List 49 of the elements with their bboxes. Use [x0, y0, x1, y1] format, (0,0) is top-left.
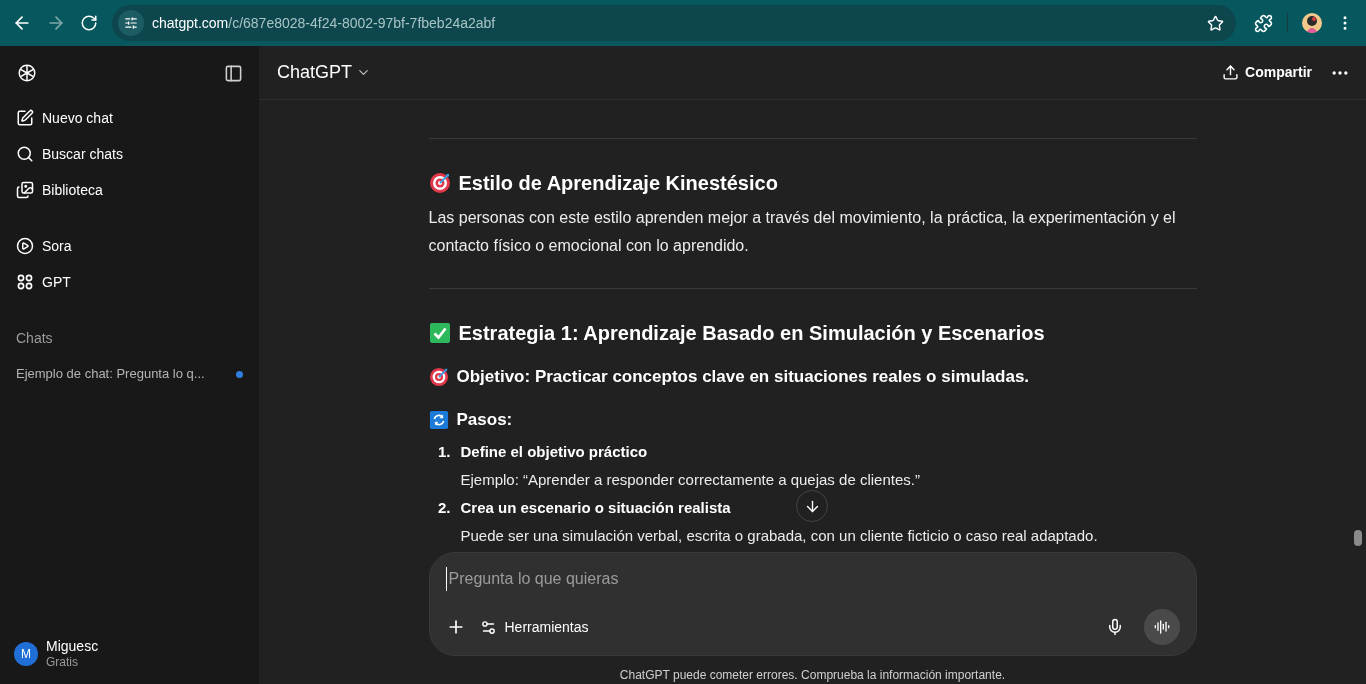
subheading: Objetivo: Practicar conceptos clave en situaciones reales o simuladas. [456, 366, 1030, 389]
compose-icon [16, 109, 34, 127]
play-icon [16, 237, 34, 255]
step-title: Define el objetivo práctico [460, 442, 648, 462]
star-icon[interactable] [1207, 14, 1224, 32]
sidebar-toggle-icon[interactable] [224, 63, 243, 83]
address-bar[interactable]: chatgpt.com/c/687e8028-4f24-8002-97bf-7fbeb24a2abf [112, 5, 1236, 41]
user-avatar[interactable]: M [14, 642, 38, 666]
check-icon [428, 322, 451, 344]
url-text: chatgpt.com/c/687e8028-4f24-8002-97bf-7fbeb24a2abf [152, 13, 497, 33]
model-selector[interactable]: ChatGPT [277, 59, 372, 86]
list-number: 1. [437, 442, 451, 462]
subheading: Pasos: [456, 409, 513, 432]
target-icon [428, 367, 449, 387]
sliders-icon [479, 618, 497, 636]
section-label: Chats [15, 328, 54, 348]
share-icon [1222, 64, 1240, 81]
chat-item[interactable]: Ejemplo de chat: Pregunta lo q... [6, 356, 253, 392]
puzzle-icon[interactable] [1254, 13, 1273, 33]
refresh-icon [428, 410, 449, 430]
grid-icon [16, 273, 34, 291]
sidebar-item[interactable]: Sora [6, 228, 253, 264]
section-heading: Estrategia 1: Aprendizaje Basado en Simulación y Escenarios [458, 321, 1045, 346]
voice-button[interactable] [1143, 609, 1180, 645]
user-plan: Gratis [46, 654, 79, 670]
disclaimer: ChatGPT puede cometer errores. Comprueba la información importante. [619, 667, 1006, 684]
images-icon [16, 181, 34, 199]
step-detail: Ejemplo: “Aprender a responder correctamente a quejas de clientes.” [460, 470, 920, 490]
sidebar-item[interactable]: Nuevo chat [6, 100, 253, 136]
search-icon [16, 145, 34, 163]
paragraph: Las personas con este estilo aprenden mejor a través del movimiento, la práctica, la experimentación y el contacto físico o emocional con lo aprendido. [428, 208, 1177, 256]
user-name: Miguesc [46, 638, 99, 654]
sidebar-item[interactable]: Biblioteca [6, 172, 253, 208]
share-button[interactable]: Compartir [1222, 62, 1312, 83]
scroll-down-button[interactable] [796, 490, 828, 522]
tools-button[interactable]: Herramientas [479, 616, 589, 638]
prompt-input[interactable]: Pregunta lo que quieras [445, 567, 1180, 591]
step-title: Crea un escenario o situación realista [460, 498, 731, 518]
scrollbar-thumb[interactable] [1354, 530, 1362, 546]
waveform-icon [1153, 619, 1170, 635]
site-settings-icon[interactable] [124, 16, 138, 30]
reload-icon[interactable] [80, 14, 98, 32]
sidebar-item[interactable]: GPT [6, 264, 253, 300]
sidebar-item[interactable]: Buscar chats [6, 136, 253, 172]
target-icon [428, 172, 451, 194]
list-number: 2. [437, 498, 451, 518]
logo-icon[interactable] [16, 62, 38, 84]
section-heading: Estilo de Aprendizaje Kinestésico [458, 171, 778, 196]
step-detail: Puede ser una simulación verbal, escrita o grabada, con un cliente ficticio o caso real adaptado. [460, 526, 1098, 546]
